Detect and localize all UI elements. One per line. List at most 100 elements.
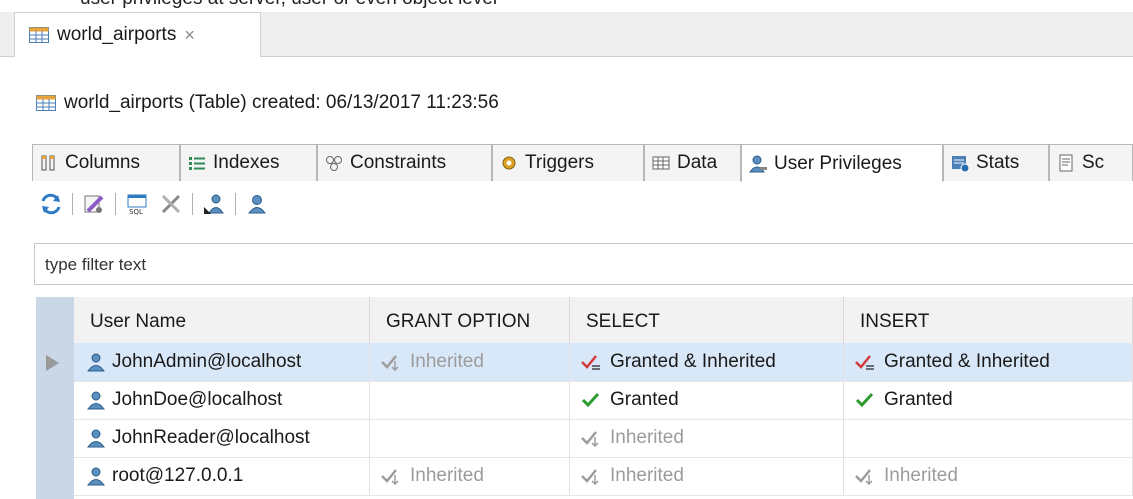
tab-label: User Privileges [774, 152, 902, 174]
tab-indexes[interactable]: Indexes [180, 144, 317, 181]
column-header-insert[interactable]: INSERT [844, 297, 1133, 343]
column-header-select[interactable]: SELECT [570, 297, 844, 343]
user-icon [87, 467, 105, 486]
cell-value: Inherited [410, 351, 484, 372]
tab-label: Triggers [525, 152, 594, 173]
user-cell[interactable]: JohnDoe@localhost [74, 381, 370, 419]
cell-value: Inherited [884, 465, 958, 486]
table-icon [36, 95, 56, 111]
table-icon [29, 27, 49, 43]
grant-option-cell[interactable] [370, 381, 570, 419]
user-name: JohnDoe@localhost [112, 389, 283, 410]
tab-stats[interactable]: Stats [943, 144, 1049, 181]
column-header-user-name[interactable]: User Name [74, 297, 370, 343]
user-button[interactable] [244, 191, 270, 217]
privileges-grid: User Name GRANT OPTION SELECT INSERT Joh… [36, 297, 1133, 499]
toolbar-separator [192, 193, 193, 215]
select-cell[interactable]: Granted & Inherited [570, 343, 844, 381]
user-icon [87, 391, 105, 410]
user-name: JohnAdmin@localhost [112, 351, 302, 372]
tab-label: Data [677, 152, 718, 173]
cell-value: Inherited [610, 427, 684, 448]
table-row[interactable]: JohnAdmin@localhost Inherited Granted & … [74, 343, 1133, 382]
user-cell[interactable]: root@127.0.0.1 [74, 457, 370, 495]
table-info-text: world_airports (Table) created: 06/13/20… [64, 92, 499, 113]
granted-inherited-check-icon [855, 355, 874, 370]
inherited-check-icon [855, 469, 873, 485]
sql-icon: SQL [127, 194, 147, 216]
refresh-icon [41, 193, 61, 215]
svg-text:SQL: SQL [129, 208, 143, 216]
toolbar-separator [72, 193, 73, 215]
tab-label: Sc [1082, 152, 1105, 173]
insert-cell[interactable] [844, 419, 1133, 457]
tools-icon [161, 194, 181, 214]
insert-cell[interactable]: Granted & Inherited [844, 343, 1133, 381]
user-key-icon [749, 155, 767, 172]
constraints-icon [326, 156, 342, 171]
indexes-icon [189, 157, 205, 170]
user-name: JohnReader@localhost [112, 427, 310, 448]
column-headers: User Name GRANT OPTION SELECT INSERT [74, 297, 1133, 344]
column-header-grant-option[interactable]: GRANT OPTION [370, 297, 570, 343]
tab-label: Stats [976, 152, 1020, 173]
editor-tab-world-airports[interactable]: world_airports × [14, 12, 261, 57]
select-cell[interactable]: Inherited [570, 419, 844, 457]
grant-user-button[interactable] [201, 191, 227, 217]
editor-tab-bar: world_airports × [0, 12, 1133, 57]
tab-triggers[interactable]: Triggers [492, 144, 644, 181]
refresh-button[interactable] [38, 191, 64, 217]
insert-cell[interactable]: Inherited [844, 457, 1133, 495]
tab-label: Columns [65, 152, 140, 173]
grant-option-cell[interactable] [370, 419, 570, 457]
inherited-check-icon [381, 355, 399, 371]
granted-inherited-check-icon [581, 355, 600, 370]
close-icon[interactable]: × [184, 25, 195, 46]
stats-icon [952, 156, 970, 173]
user-cell[interactable]: JohnAdmin@localhost [74, 343, 370, 381]
sub-tab-bar: Columns Indexes Constraints Triggers Dat… [32, 144, 1133, 182]
inherited-check-icon [581, 469, 599, 485]
tab-constraints[interactable]: Constraints [317, 144, 492, 181]
row-header-column [36, 297, 74, 499]
table-header: world_airports (Table) created: 06/13/20… [36, 92, 499, 114]
insert-cell[interactable]: Granted [844, 381, 1133, 419]
tab-script[interactable]: Sc [1049, 144, 1133, 181]
table-row[interactable]: JohnDoe@localhost Granted Granted [74, 381, 1133, 420]
tools-button[interactable] [158, 191, 184, 217]
cell-value: Inherited [610, 465, 684, 486]
inherited-check-icon [381, 469, 399, 485]
cell-value: Granted & Inherited [884, 351, 1050, 372]
cell-value: Granted [610, 389, 679, 410]
tab-data[interactable]: Data [644, 144, 741, 181]
sql-button[interactable]: SQL [124, 191, 150, 217]
toolbar: SQL [38, 186, 278, 222]
tab-columns[interactable]: Columns [32, 144, 180, 181]
grant-option-cell[interactable]: Inherited [370, 343, 570, 381]
user-icon [87, 353, 105, 372]
select-cell[interactable]: Granted [570, 381, 844, 419]
filter-input[interactable]: type filter text [34, 243, 1133, 285]
select-cell[interactable]: Inherited [570, 457, 844, 495]
table-row[interactable]: JohnReader@localhost Inherited [74, 419, 1133, 458]
tab-label: Indexes [213, 152, 280, 173]
tab-user-privileges[interactable]: User Privileges [741, 144, 943, 182]
granted-check-icon [855, 392, 874, 408]
top-caption-text: user privileges at server, user or even … [80, 0, 497, 10]
gear-icon [502, 156, 516, 170]
grant-option-cell[interactable]: Inherited [370, 457, 570, 495]
editor-tab-label: world_airports [57, 24, 177, 45]
columns-icon [41, 155, 55, 171]
edit-privileges-button[interactable] [81, 191, 107, 217]
granted-check-icon [581, 392, 600, 408]
table-row[interactable]: root@127.0.0.1 Inherited Inherited Inher… [74, 457, 1133, 496]
user-icon [87, 429, 105, 448]
tab-label: Constraints [350, 152, 447, 173]
cell-value: Granted & Inherited [610, 351, 776, 372]
toolbar-separator [235, 193, 236, 215]
cell-value: Granted [884, 389, 953, 410]
user-name: root@127.0.0.1 [112, 465, 244, 486]
data-grid-icon [652, 156, 670, 170]
user-cell[interactable]: JohnReader@localhost [74, 419, 370, 457]
inherited-check-icon [581, 431, 599, 447]
